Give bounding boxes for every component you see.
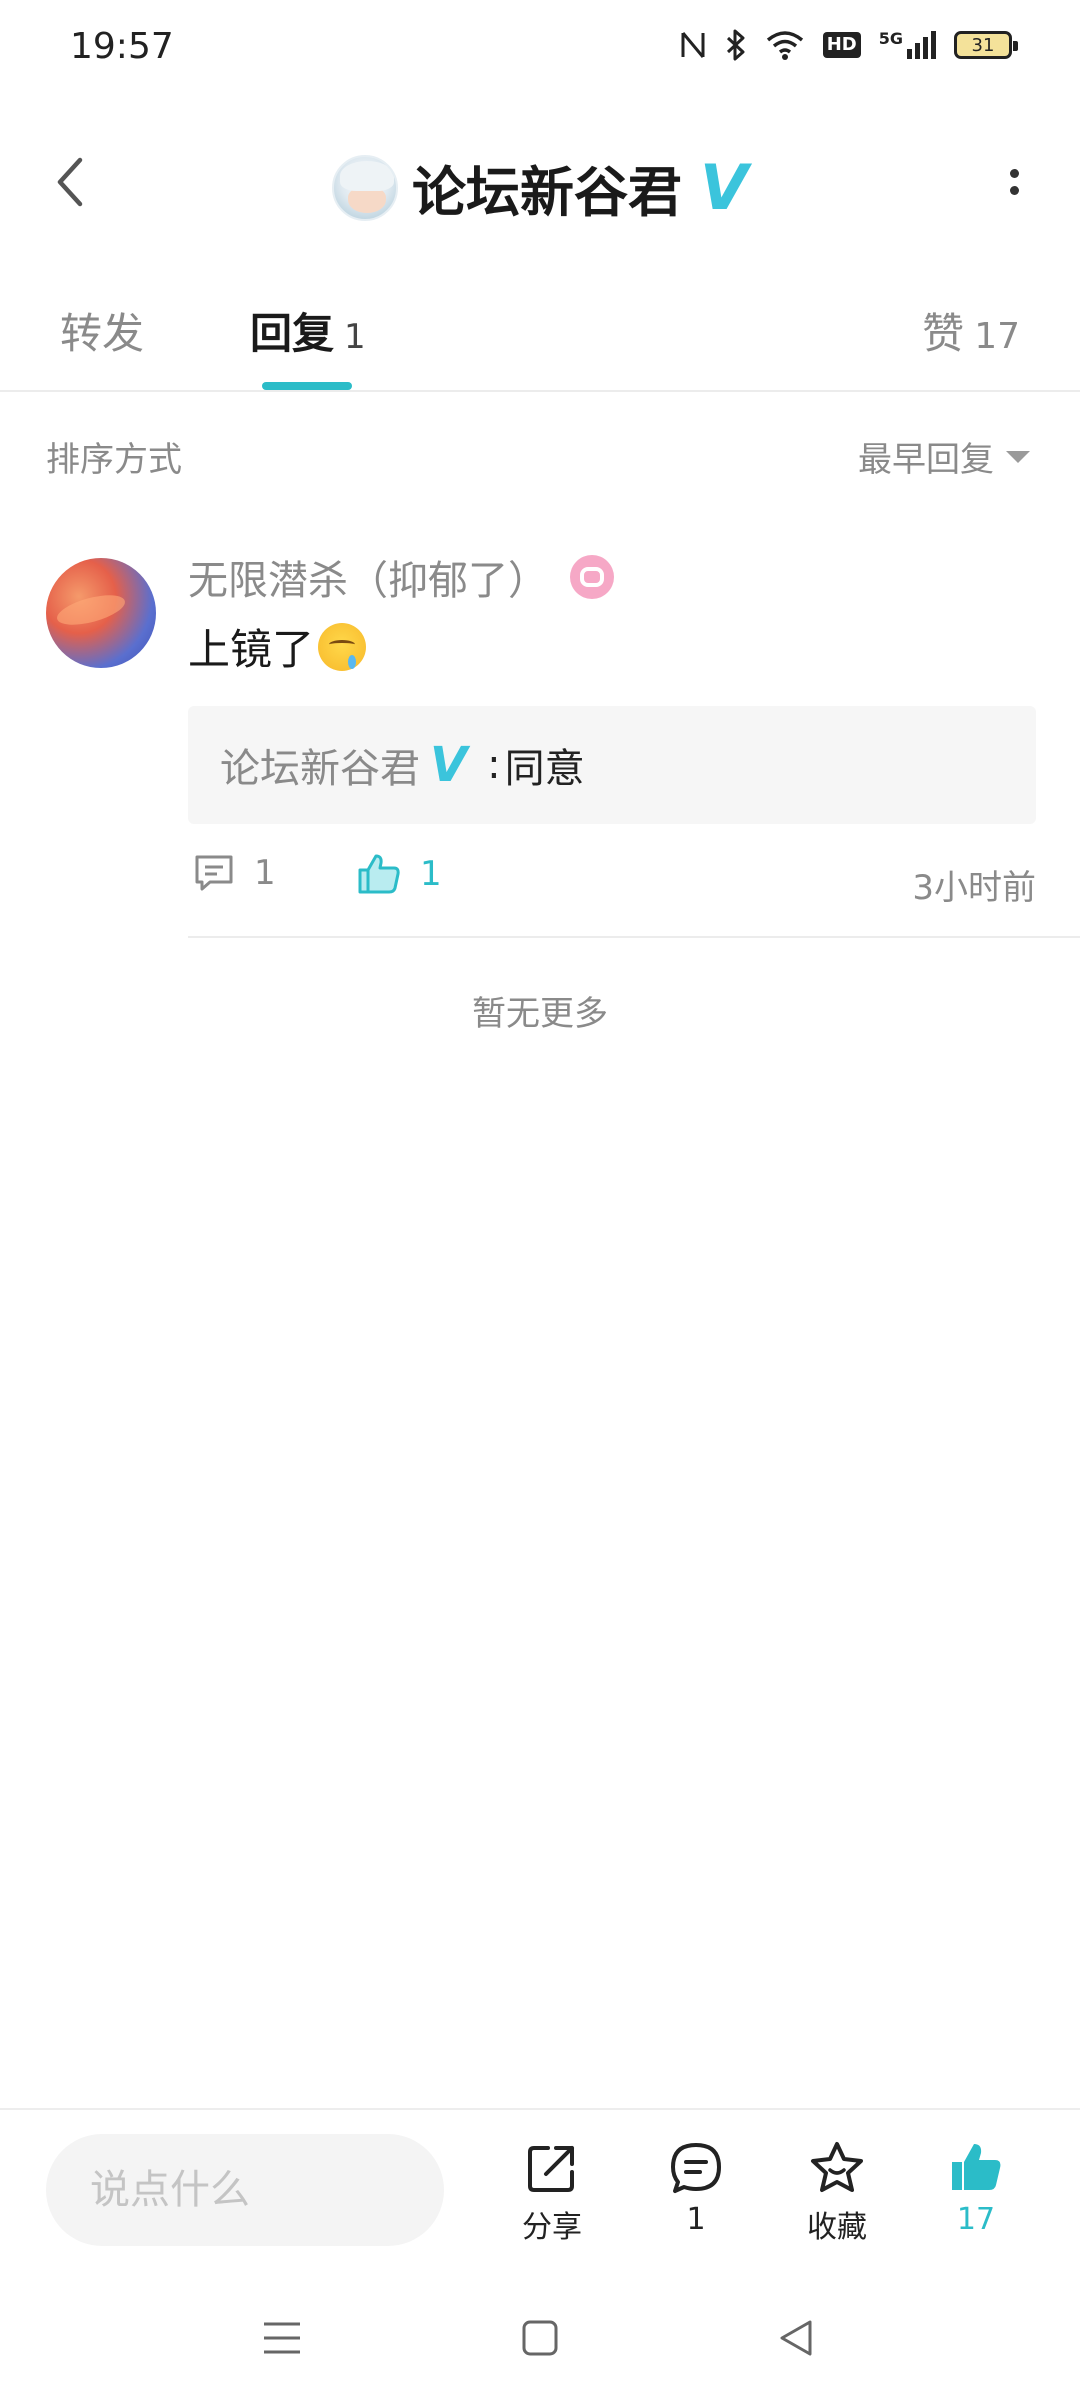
wifi-icon	[765, 29, 805, 61]
thumbs-up-filled-icon	[952, 2144, 1001, 2190]
comment-reply-button[interactable]: 1	[192, 852, 276, 894]
tab-bar: 转发 回复 1 赞 17	[0, 270, 1080, 392]
bottom-action-bar: 分享 1 收藏 17	[0, 2108, 1080, 2270]
sub-reply[interactable]: 论坛新谷君 V : 同意	[188, 706, 1036, 824]
network-type-label: 5G	[878, 29, 903, 48]
sub-reply-text: 同意	[504, 746, 585, 792]
tab-reply-count: 1	[344, 317, 366, 357]
thumbs-up-icon	[358, 854, 400, 894]
sub-reply-separator: :	[487, 742, 501, 788]
comment-button[interactable]: 1	[646, 2140, 746, 2237]
battery-icon: 31	[954, 31, 1018, 59]
comment-actions: 1 1 3小时前	[188, 852, 1036, 912]
sort-label: 排序方式	[46, 440, 182, 480]
hd-badge: HD	[822, 32, 861, 58]
tab-reply[interactable]: 回复 1	[250, 300, 366, 361]
comment-timestamp: 3小时前	[912, 868, 1036, 908]
verified-badge-icon: V	[700, 150, 748, 224]
tab-reply-label: 回复	[250, 309, 335, 358]
comment-text-row: 上镜了	[188, 616, 367, 677]
more-options-button[interactable]	[984, 152, 1044, 212]
active-tab-indicator	[262, 382, 352, 390]
nav-recents-button[interactable]	[252, 2308, 312, 2368]
commenter-name[interactable]: 无限潜杀（抑郁了）	[188, 548, 548, 606]
square-icon	[522, 2320, 558, 2356]
share-button[interactable]: 分享	[502, 2140, 602, 2246]
no-more-text: 暂无更多	[472, 994, 608, 1034]
comment-icon	[195, 855, 233, 891]
like-button[interactable]: 17	[926, 2140, 1026, 2237]
comment-text: 上镜了	[188, 625, 315, 674]
sort-row: 排序方式 最早回复	[0, 420, 1080, 490]
comment-like-button[interactable]: 1	[356, 852, 442, 896]
title-block[interactable]: 论坛新谷君 V	[0, 148, 1080, 227]
tab-like[interactable]: 赞 17	[922, 300, 1020, 361]
favorite-label: 收藏	[807, 2210, 867, 2245]
more-dot-icon	[1009, 169, 1019, 178]
commenter-row: 无限潜杀（抑郁了）	[188, 548, 614, 606]
star-icon	[811, 2142, 863, 2192]
share-icon	[528, 2146, 574, 2192]
nav-home-button[interactable]	[510, 2308, 570, 2368]
comment-item: 无限潜杀（抑郁了） 上镜了 论坛新谷君 V : 同意 1 1 3小时前	[0, 540, 1080, 940]
more-dot-icon	[1009, 186, 1019, 195]
menu-icon	[264, 2322, 300, 2354]
divider	[188, 936, 1080, 938]
tab-forward-label: 转发	[60, 309, 145, 358]
tab-forward[interactable]: 转发	[60, 300, 144, 361]
status-icons: HD 5G 31	[679, 28, 1018, 62]
share-label: 分享	[522, 2210, 582, 2245]
user-level-icon	[570, 555, 614, 599]
tab-like-count: 17	[974, 316, 1020, 357]
triangle-back-icon	[780, 2320, 812, 2356]
battery-level: 31	[971, 34, 995, 56]
sort-dropdown[interactable]: 最早回复	[858, 432, 1030, 481]
status-time: 19:57	[70, 26, 174, 67]
commenter-avatar[interactable]	[46, 558, 156, 668]
comment-like-count: 1	[420, 854, 442, 894]
sort-selected-value: 最早回复	[858, 440, 994, 480]
comment-reply-count: 1	[254, 853, 276, 893]
header: 论坛新谷君 V	[0, 120, 1080, 250]
verified-badge-icon: V	[430, 737, 468, 793]
dropdown-arrow-icon	[1006, 450, 1030, 463]
author-avatar[interactable]	[332, 154, 398, 221]
page-title: 论坛新谷君	[412, 161, 682, 224]
comment-count: 1	[686, 2202, 706, 2237]
comment-input[interactable]	[46, 2134, 444, 2246]
signal-icon: 5G	[879, 29, 936, 61]
nfc-icon	[679, 29, 707, 61]
system-nav-bar	[0, 2272, 1080, 2400]
bluetooth-icon	[725, 28, 747, 62]
drooling-emoji-icon	[318, 622, 367, 671]
favorite-button[interactable]: 收藏	[787, 2140, 887, 2246]
tab-like-label: 赞	[922, 309, 965, 358]
sub-reply-author[interactable]: 论坛新谷君	[220, 736, 420, 794]
status-bar: 19:57 HD 5G 31	[0, 0, 1080, 100]
nav-back-button[interactable]	[766, 2308, 826, 2368]
like-count: 17	[956, 2202, 996, 2237]
comment-bubble-icon	[671, 2143, 721, 2193]
